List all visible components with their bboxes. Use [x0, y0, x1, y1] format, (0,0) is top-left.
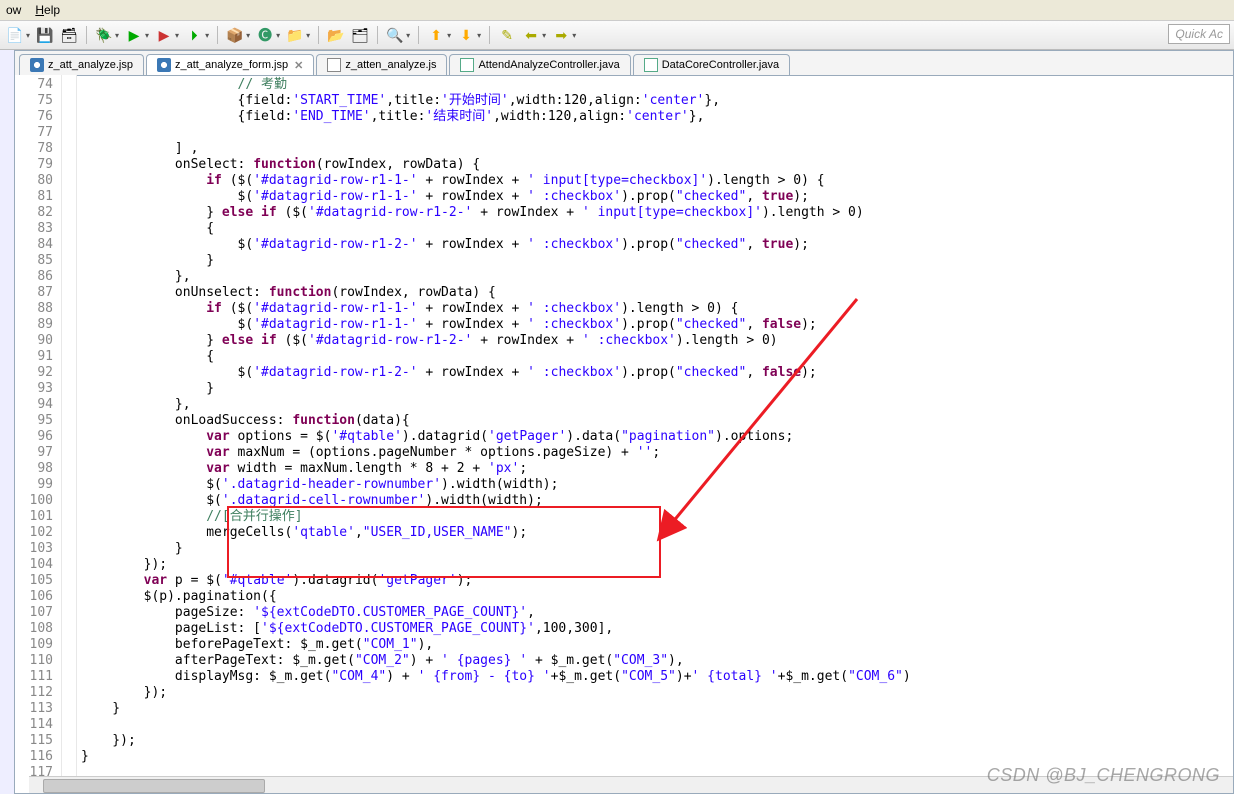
forward-icon[interactable]: ➡: [552, 26, 570, 44]
tab-label: z_att_analyze.jsp: [48, 59, 133, 71]
code-line-92[interactable]: $('#datagrid-row-r1-2-' + rowIndex + ' :…: [81, 365, 1233, 381]
tab-AttendAnalyzeController-java[interactable]: AttendAnalyzeController.java: [449, 54, 630, 75]
menu-item-window[interactable]: ow: [6, 3, 21, 17]
code-line-115[interactable]: });: [81, 733, 1233, 749]
code-line-111[interactable]: displayMsg: $_m.get("COM_4") + ' {from} …: [81, 669, 1233, 685]
code-line-106[interactable]: $(p).pagination({: [81, 589, 1233, 605]
save-all-icon[interactable]: 🗃: [60, 26, 78, 44]
code-line-113[interactable]: }: [81, 701, 1233, 717]
code-line-107[interactable]: pageSize: '${extCodeDTO.CUSTOMER_PAGE_CO…: [81, 605, 1233, 621]
code-line-95[interactable]: onLoadSuccess: function(data){: [81, 413, 1233, 429]
run-external-icon[interactable]: ▶: [155, 26, 173, 44]
tab-z_atten_analyze-js[interactable]: z_atten_analyze.js: [316, 54, 447, 75]
code-line-83[interactable]: {: [81, 221, 1233, 237]
code-line-91[interactable]: {: [81, 349, 1233, 365]
open-task-icon[interactable]: 🗂: [351, 26, 369, 44]
code-line-104[interactable]: });: [81, 557, 1233, 573]
code-line-76[interactable]: {field:'END_TIME',title:'结束时间',width:120…: [81, 109, 1233, 125]
code-line-75[interactable]: {field:'START_TIME',title:'开始时间',width:1…: [81, 93, 1233, 109]
code-line-109[interactable]: beforePageText: $_m.get("COM_1"),: [81, 637, 1233, 653]
open-type-icon[interactable]: 📂: [327, 26, 345, 44]
file-icon: [644, 58, 658, 72]
tab-label: DataCoreController.java: [662, 59, 779, 71]
code-line-85[interactable]: }: [81, 253, 1233, 269]
line-number-gutter: 7475767778798081828384858687888990919293…: [15, 75, 62, 793]
code-line-100[interactable]: $('.datagrid-cell-rownumber').width(widt…: [81, 493, 1233, 509]
code-line-88[interactable]: if ($('#datagrid-row-r1-1-' + rowIndex +…: [81, 301, 1233, 317]
code-line-89[interactable]: $('#datagrid-row-r1-1-' + rowIndex + ' :…: [81, 317, 1233, 333]
run-last-icon[interactable]: ⏵: [185, 26, 203, 44]
watermark: CSDN @BJ_CHENGRONG: [987, 765, 1220, 786]
code-line-102[interactable]: mergeCells('qtable',"USER_ID,USER_NAME")…: [81, 525, 1233, 541]
code-line-114[interactable]: [81, 717, 1233, 733]
save-icon[interactable]: 💾: [36, 26, 54, 44]
code-line-108[interactable]: pageList: ['${extCodeDTO.CUSTOMER_PAGE_C…: [81, 621, 1233, 637]
code-line-86[interactable]: },: [81, 269, 1233, 285]
prev-annotation-icon[interactable]: ⬆: [427, 26, 445, 44]
tab-label: z_atten_analyze.js: [345, 59, 436, 71]
tab-z_att_analyze_form-jsp[interactable]: z_att_analyze_form.jsp ✕: [146, 54, 314, 75]
code-line-94[interactable]: },: [81, 397, 1233, 413]
scrollbar-thumb[interactable]: [43, 779, 265, 793]
file-icon: [460, 58, 474, 72]
run-icon[interactable]: ▶: [125, 26, 143, 44]
code-line-103[interactable]: }: [81, 541, 1233, 557]
code-line-97[interactable]: var maxNum = (options.pageNumber * optio…: [81, 445, 1233, 461]
code-line-101[interactable]: //[合并行操作]: [81, 509, 1233, 525]
code-line-98[interactable]: var width = maxNum.length * 8 + 2 + 'px'…: [81, 461, 1233, 477]
code-line-112[interactable]: });: [81, 685, 1233, 701]
new-package-icon[interactable]: 📦: [226, 26, 244, 44]
code-line-90[interactable]: } else if ($('#datagrid-row-r1-2-' + row…: [81, 333, 1233, 349]
code-line-79[interactable]: onSelect: function(rowIndex, rowData) {: [81, 157, 1233, 173]
file-icon: [30, 58, 44, 72]
code-line-84[interactable]: $('#datagrid-row-r1-2-' + rowIndex + ' :…: [81, 237, 1233, 253]
quick-access-input[interactable]: Quick Ac: [1168, 24, 1230, 44]
code-line-82[interactable]: } else if ($('#datagrid-row-r1-2-' + row…: [81, 205, 1233, 221]
editor-tabs: z_att_analyze.jsp z_att_analyze_form.jsp ✕…: [15, 51, 1233, 76]
close-icon[interactable]: ✕: [294, 59, 303, 72]
code-line-80[interactable]: if ($('#datagrid-row-r1-1-' + rowIndex +…: [81, 173, 1233, 189]
code-editor[interactable]: 7475767778798081828384858687888990919293…: [15, 75, 1233, 793]
menu-item-help[interactable]: Help: [35, 3, 60, 17]
code-line-93[interactable]: }: [81, 381, 1233, 397]
code-line-78[interactable]: ] ,: [81, 141, 1233, 157]
next-annotation-icon[interactable]: ⬇: [457, 26, 475, 44]
tab-DataCoreController-java[interactable]: DataCoreController.java: [633, 54, 790, 75]
code-area[interactable]: // 考勤 {field:'START_TIME',title:'开始时间',w…: [77, 75, 1233, 793]
toolbar: 📄▾ 💾 🗃 🪲▾ ▶▾ ▶▾ ⏵▾ 📦▾ 🅒▾ 📁▾ 📂 🗂 🔍▾ ⬆▾ ⬇▾…: [0, 21, 1234, 50]
code-line-105[interactable]: var p = $('#qtable').datagrid('getPager'…: [81, 573, 1233, 589]
tab-label: AttendAnalyzeController.java: [478, 59, 619, 71]
code-line-87[interactable]: onUnselect: function(rowIndex, rowData) …: [81, 285, 1233, 301]
back-icon[interactable]: ⬅: [522, 26, 540, 44]
code-line-81[interactable]: $('#datagrid-row-r1-1-' + rowIndex + ' :…: [81, 189, 1233, 205]
tab-z_att_analyze-jsp[interactable]: z_att_analyze.jsp: [19, 54, 144, 75]
tab-label: z_att_analyze_form.jsp: [175, 59, 288, 71]
file-icon: [327, 58, 341, 72]
last-edit-icon[interactable]: ✎: [498, 26, 516, 44]
code-line-77[interactable]: [81, 125, 1233, 141]
vertical-ruler: [0, 50, 15, 794]
code-line-99[interactable]: $('.datagrid-header-rownumber').width(wi…: [81, 477, 1233, 493]
code-line-74[interactable]: // 考勤: [81, 77, 1233, 93]
menu-bar: ow Help: [0, 0, 1234, 21]
code-line-116[interactable]: }: [81, 749, 1233, 765]
fold-gutter: [62, 75, 77, 793]
new-folder-icon[interactable]: 📁: [286, 26, 304, 44]
new-icon[interactable]: 📄: [6, 26, 24, 44]
new-class-icon[interactable]: 🅒: [256, 26, 274, 44]
search-icon[interactable]: 🔍: [386, 26, 404, 44]
file-icon: [157, 58, 171, 72]
code-line-96[interactable]: var options = $('#qtable').datagrid('get…: [81, 429, 1233, 445]
code-line-110[interactable]: afterPageText: $_m.get("COM_2") + ' {pag…: [81, 653, 1233, 669]
debug-icon[interactable]: 🪲: [95, 26, 113, 44]
